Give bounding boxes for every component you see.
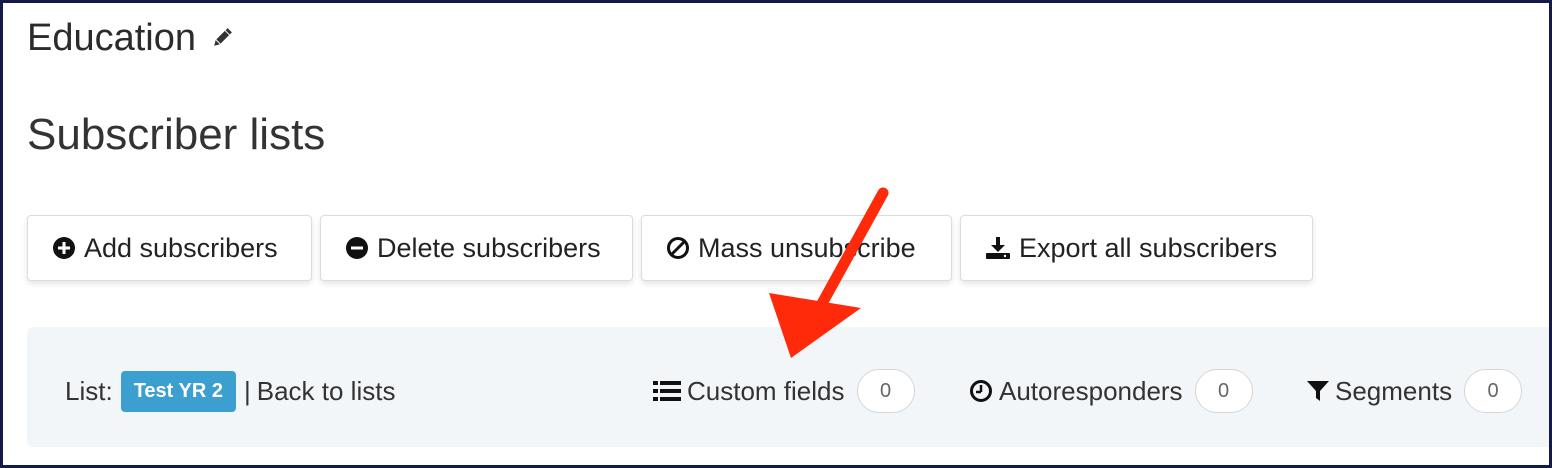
list-navigation-bar: List: Test YR 2 | Back to lists Custom f… xyxy=(27,327,1549,447)
segments-count: 0 xyxy=(1464,369,1523,413)
autoresponders-label: Autoresponders xyxy=(999,375,1183,406)
segments-tab[interactable]: Segments 0 xyxy=(1307,369,1523,413)
export-all-subscribers-button[interactable]: Export all subscribers xyxy=(960,215,1313,281)
delete-subscribers-button[interactable]: Delete subscribers xyxy=(320,215,633,281)
back-to-lists-link[interactable]: Back to lists xyxy=(257,376,396,407)
custom-fields-count: 0 xyxy=(856,369,915,413)
current-list: List: Test YR 2 | Back to lists xyxy=(65,371,395,412)
list-title-text: Education xyxy=(27,17,197,59)
filter-icon xyxy=(1307,381,1329,401)
ban-icon xyxy=(667,237,689,259)
export-all-subscribers-label: Export all subscribers xyxy=(1019,232,1278,263)
minus-circle-icon xyxy=(346,237,368,259)
pencil-icon[interactable] xyxy=(210,15,234,61)
clock-icon xyxy=(970,380,992,402)
add-subscribers-button[interactable]: Add subscribers xyxy=(27,215,312,281)
custom-fields-label: Custom fields xyxy=(687,375,845,406)
autoresponders-count: 0 xyxy=(1194,369,1253,413)
mass-unsubscribe-button[interactable]: Mass unsubscribe xyxy=(641,215,952,281)
segments-label: Segments xyxy=(1335,375,1453,406)
list-title: Education xyxy=(27,15,234,61)
autoresponders-tab[interactable]: Autoresponders 0 xyxy=(969,369,1253,413)
delete-subscribers-label: Delete subscribers xyxy=(377,232,601,263)
custom-fields-tab[interactable]: Custom fields 0 xyxy=(653,369,915,413)
add-subscribers-label: Add subscribers xyxy=(84,232,278,263)
list-prefix: List: xyxy=(65,376,113,406)
action-buttons: Add subscribers Delete subscribers Mass … xyxy=(27,215,1321,281)
mass-unsubscribe-label: Mass unsubscribe xyxy=(698,232,916,263)
page-title: Subscriber lists xyxy=(27,110,326,159)
download-icon xyxy=(986,237,1010,259)
plus-circle-icon xyxy=(53,237,75,259)
separator: | xyxy=(243,376,251,406)
list-icon xyxy=(653,381,681,401)
screenshot-frame: Education Subscriber lists Add subscribe… xyxy=(0,0,1552,468)
list-name-badge: Test YR 2 xyxy=(120,371,236,412)
